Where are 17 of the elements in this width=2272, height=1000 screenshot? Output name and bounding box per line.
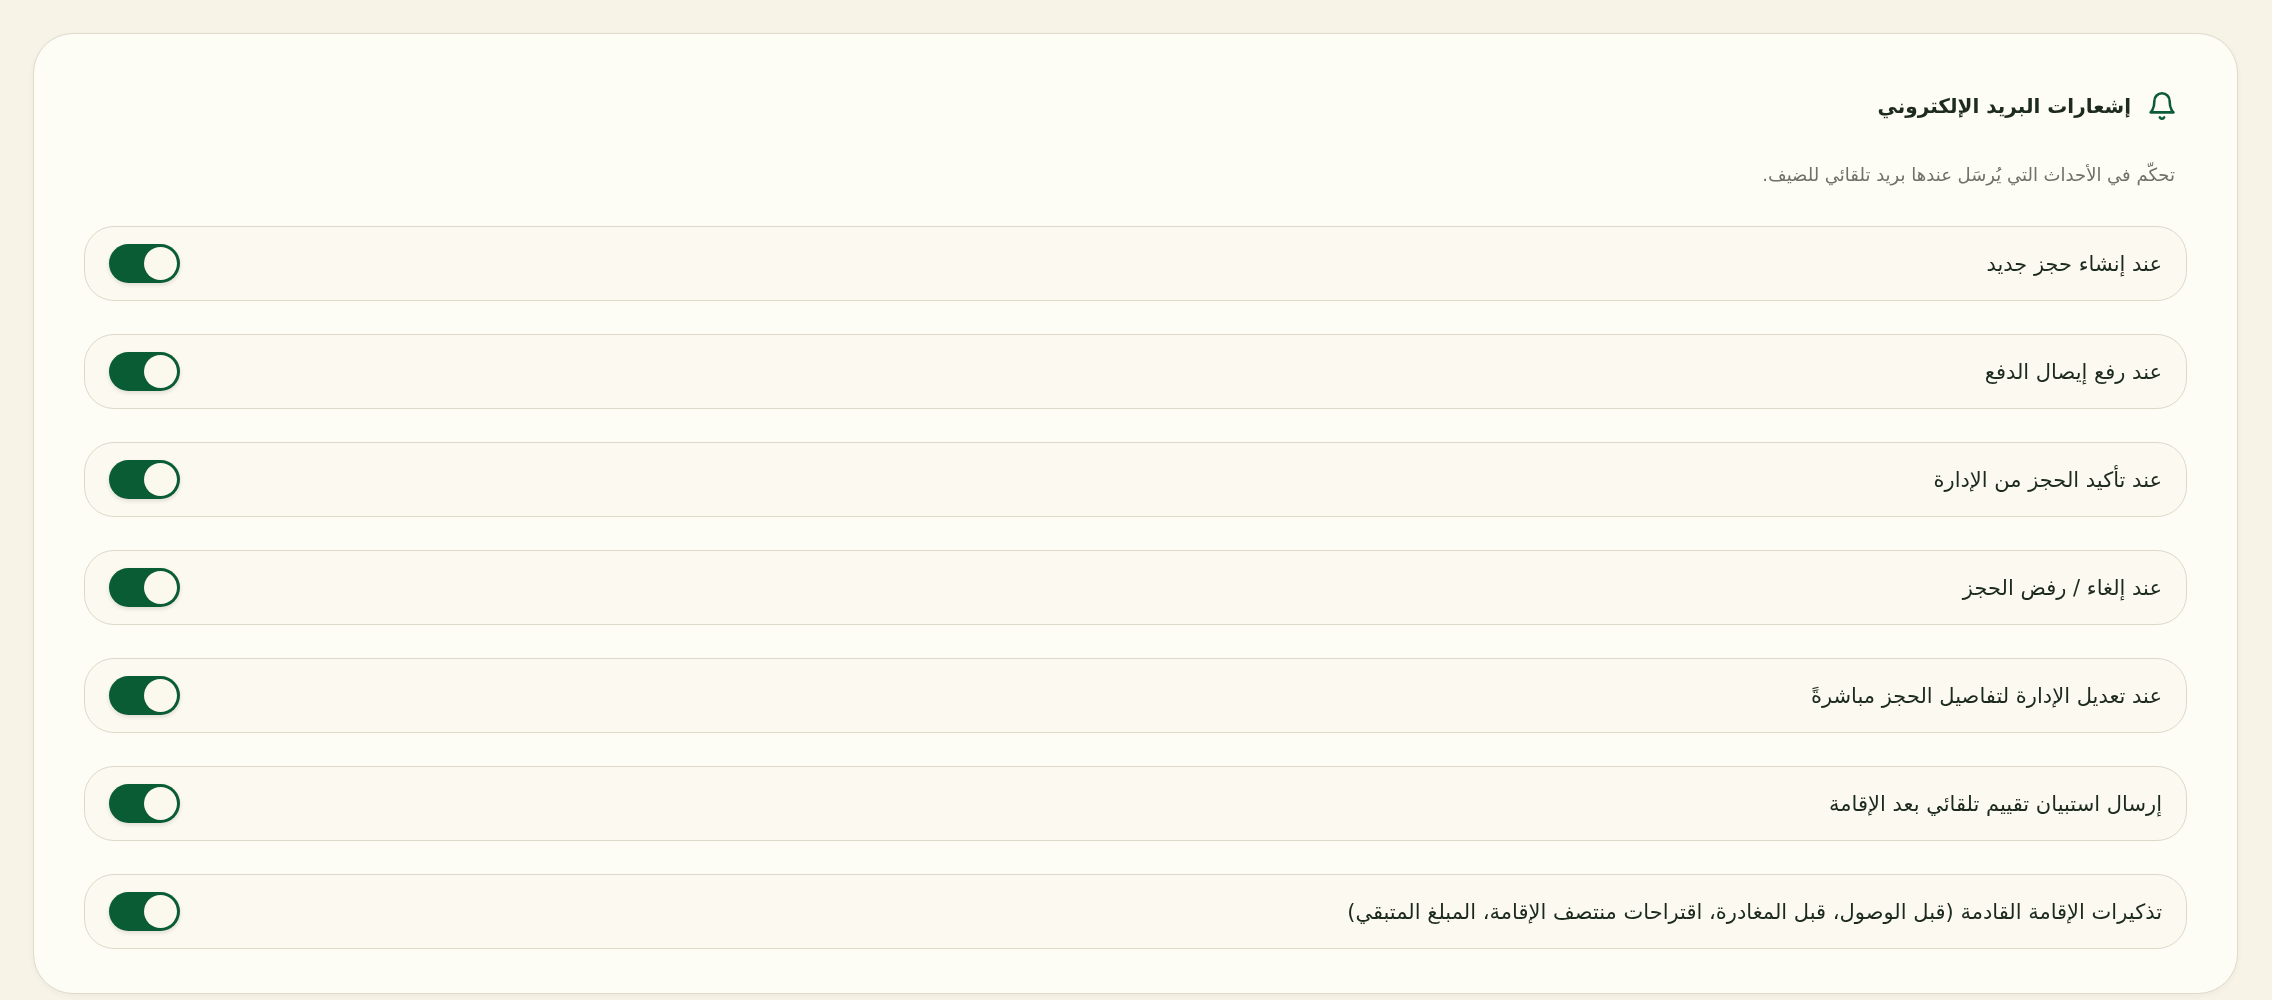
toggle-switch[interactable] — [109, 568, 180, 607]
section-title: إشعارات البريد الإلكتروني — [1877, 93, 2131, 120]
setting-label: عند رفع إيصال الدفع — [1984, 358, 2162, 387]
section-description: تحكّم في الأحداث التي يُرسَل عندها بريد تلقائي للضيف. — [1761, 162, 2176, 188]
setting-label: إرسال استبيان تقييم تلقائي بعد الإقامة — [1829, 790, 2162, 819]
setting-label: عند إلغاء / رفض الحجز — [1962, 574, 2162, 603]
toggle-switch[interactable] — [109, 352, 180, 391]
toggle-switch[interactable] — [109, 244, 180, 283]
setting-label: عند تعديل الإدارة لتفاصيل الحجز مباشرةً — [1810, 682, 2162, 710]
setting-label: عند تأكيد الحجز من الإدارة — [1933, 464, 2162, 494]
toggle-switch[interactable] — [109, 784, 180, 823]
toggle-switch[interactable] — [109, 460, 180, 499]
toggle-switch[interactable] — [109, 892, 180, 931]
toggle-switch[interactable] — [109, 676, 180, 715]
setting-label: تذكيرات الإقامة القادمة (قبل الوصول، قبل المغادرة، اقتراحات منتصف الإقامة، المبلغ المتبقي) — [1347, 898, 2162, 926]
setting-label: عند إنشاء حجز جديد — [1986, 250, 2162, 279]
bell-icon — [2149, 92, 2175, 120]
